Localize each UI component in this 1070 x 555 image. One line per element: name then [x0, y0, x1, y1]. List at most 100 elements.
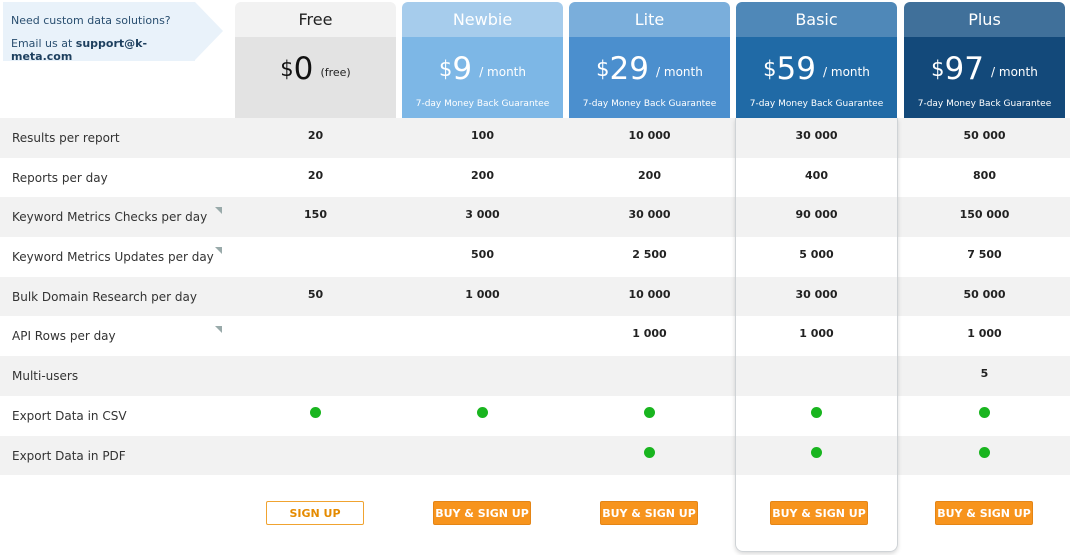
price-period: / month — [991, 65, 1038, 79]
currency-symbol: $ — [280, 57, 294, 81]
check-dot-icon — [811, 406, 822, 418]
price-amount: 29 — [609, 51, 649, 87]
feature-label: Export Data in PDF — [12, 448, 126, 463]
newbie-buy-signup-button[interactable]: BUY & SIGN UP — [433, 501, 531, 525]
feature-label: API Rows per day — [12, 329, 116, 344]
currency-symbol: $ — [763, 57, 777, 81]
plan-plus-header: Plus $97 / month 7-day Money Back Guaran… — [904, 2, 1065, 118]
feature-value: 30 000 — [795, 287, 838, 301]
feature-cell — [904, 446, 1065, 461]
custom-data-note: Need custom data solutions? Email us at … — [3, 2, 223, 63]
basic-buy-signup-button[interactable]: BUY & SIGN UP — [770, 501, 868, 525]
feature-value: 400 — [805, 168, 828, 182]
feature-value: 3 000 — [465, 208, 500, 222]
feature-value: 200 — [638, 168, 661, 182]
check-dot-icon — [811, 446, 822, 458]
plan-price-box: $97 / month 7-day Money Back Guarantee — [904, 37, 1065, 118]
email-line: Email us at support@k-meta.com — [11, 37, 195, 63]
feature-value: 1 000 — [465, 287, 500, 301]
plan-price: $0 (free) — [235, 51, 396, 87]
feature-value: 50 000 — [963, 129, 1006, 142]
feature-row: Keyword Metrics Updates per day 500 2 500 5… — [0, 237, 1070, 277]
price-amount: 59 — [776, 51, 816, 87]
feature-label: Keyword Metrics Checks per day — [12, 210, 208, 225]
info-corner-icon[interactable] — [215, 326, 222, 334]
price-amount: 97 — [944, 51, 984, 87]
feature-comparison-table: Results per report 20 100 10 000 30 000 50 00… — [0, 118, 1070, 476]
price-amount: 9 — [452, 51, 473, 87]
feature-value: 50 000 — [963, 287, 1006, 301]
feature-row: Reports per day 20 200 200 400 800 — [0, 158, 1070, 198]
feature-value: 200 — [471, 168, 494, 182]
money-back-guarantee: 7-day Money Back Guarantee — [582, 99, 717, 109]
custom-data-question: Need custom data solutions? — [11, 14, 171, 27]
plus-buy-signup-button[interactable]: BUY & SIGN UP — [935, 501, 1033, 525]
currency-symbol: $ — [438, 57, 453, 81]
feature-label: Results per report — [12, 131, 120, 145]
plan-name: Lite — [569, 2, 730, 37]
feature-value: 2 500 — [632, 248, 667, 262]
feature-label: Export Data in CSV — [12, 408, 127, 423]
feature-cell — [569, 446, 730, 461]
money-back-guarantee: 7-day Money Back Guarantee — [749, 99, 884, 109]
feature-value: 500 — [471, 248, 494, 262]
plan-lite-header: Lite $29 / month 7-day Money Back Guaran… — [569, 2, 730, 118]
feature-cell — [736, 406, 897, 421]
price-period: / month — [823, 65, 870, 79]
plan-price: $59 / month — [736, 51, 897, 87]
check-dot-icon — [644, 406, 655, 418]
plan-price: $29 / month — [569, 51, 730, 87]
feature-value: 800 — [973, 168, 996, 182]
currency-symbol: $ — [596, 57, 610, 81]
feature-cell — [402, 406, 563, 421]
plan-name: Newbie — [402, 2, 563, 37]
feature-value: 7 500 — [967, 248, 1002, 262]
feature-row: Export Data in CSV — [0, 396, 1070, 436]
feature-cell — [235, 406, 396, 421]
check-dot-icon — [310, 406, 321, 418]
feature-value: 10 000 — [628, 287, 671, 301]
price-period: / month — [656, 65, 703, 79]
feature-value: 1 000 — [799, 327, 834, 341]
feature-cell — [569, 406, 730, 421]
plan-name: Free — [235, 2, 396, 37]
plan-price-box: $9 / month 7-day Money Back Guarantee — [402, 37, 563, 118]
price-period: / month — [479, 65, 526, 79]
plan-basic-header: Basic $59 / month 7-day Money Back Guara… — [736, 2, 897, 118]
feature-value: 150 — [304, 208, 327, 222]
plan-name: Basic — [736, 2, 897, 37]
free-signup-button[interactable]: SIGN UP — [266, 501, 364, 525]
plan-price-box: $29 / month 7-day Money Back Guarantee — [569, 37, 730, 118]
feature-value: 5 — [980, 367, 989, 381]
feature-row: Bulk Domain Research per day 50 1 000 10 00… — [0, 276, 1070, 317]
plan-price: $9 / month — [402, 51, 563, 87]
feature-value: 30 000 — [795, 129, 838, 142]
plan-name: Plus — [904, 2, 1065, 37]
feature-value: 20 — [307, 129, 324, 142]
feature-cell — [736, 446, 897, 461]
feature-value: 1 000 — [967, 327, 1002, 341]
feature-label: Reports per day — [12, 170, 108, 185]
feature-label: Bulk Domain Research per day — [12, 289, 197, 304]
check-dot-icon — [477, 406, 488, 418]
feature-row: Multi-users 5 — [0, 356, 1070, 396]
plan-price: $97 / month — [904, 51, 1065, 87]
lite-buy-signup-button[interactable]: BUY & SIGN UP — [600, 501, 698, 525]
feature-row: Results per report 20 100 10 000 30 000 50 00… — [0, 118, 1070, 158]
feature-value: 10 000 — [628, 129, 671, 142]
feature-value: 50 — [307, 287, 324, 301]
feature-value: 100 — [471, 129, 494, 142]
check-dot-icon — [644, 446, 655, 458]
plan-newbie-header: Newbie $9 / month 7-day Money Back Guara… — [402, 2, 563, 118]
plan-price-box: $0 (free) — [235, 37, 396, 118]
money-back-guarantee: 7-day Money Back Guarantee — [917, 99, 1052, 109]
price-amount: 0 — [293, 51, 314, 87]
feature-label: Multi-users — [12, 369, 79, 384]
feature-label: Keyword Metrics Updates per day — [12, 250, 214, 265]
check-dot-icon — [979, 446, 990, 458]
feature-cell — [904, 406, 1065, 421]
feature-value: 20 — [307, 168, 324, 182]
info-corner-icon[interactable] — [215, 207, 222, 215]
info-corner-icon[interactable] — [215, 247, 222, 255]
check-dot-icon — [979, 406, 990, 418]
